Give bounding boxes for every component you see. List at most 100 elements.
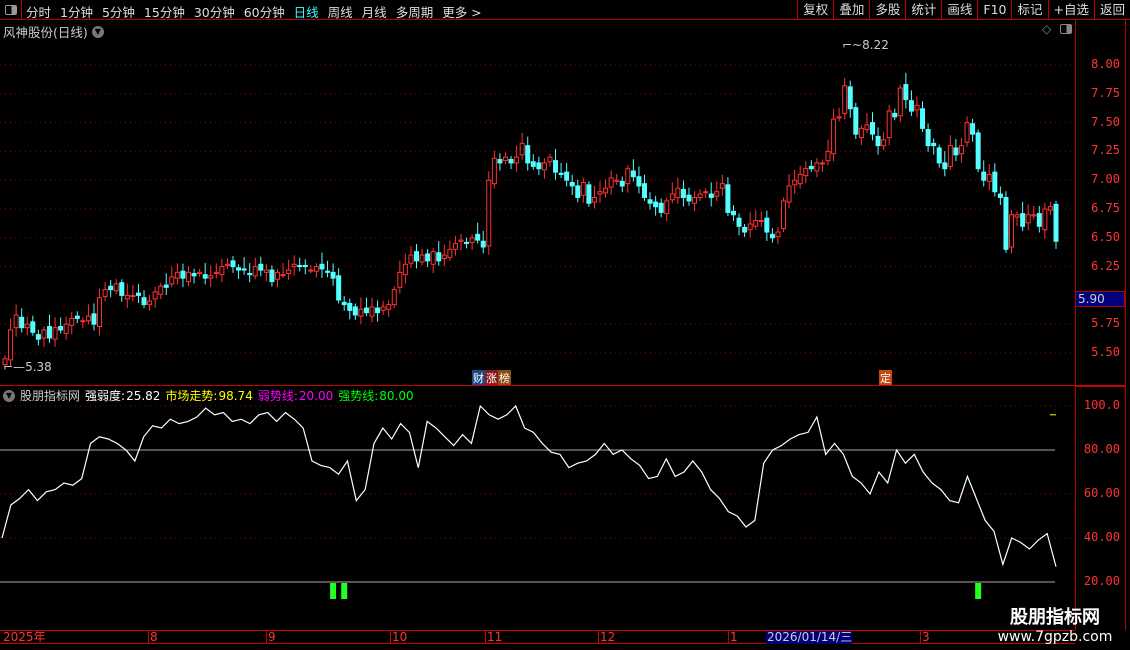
candle-up — [358, 308, 364, 317]
tag-zhang[interactable]: 涨 — [485, 370, 498, 386]
candle-up — [224, 263, 230, 266]
candle-down — [191, 273, 197, 277]
candle-down — [475, 233, 481, 241]
candle-down — [908, 100, 914, 112]
candle-up — [786, 185, 792, 203]
candle-up — [603, 187, 609, 194]
candle-down — [997, 193, 1003, 198]
price-tick: 7.75 — [1091, 85, 1120, 100]
candle-up — [1042, 208, 1048, 231]
candle-up — [486, 179, 492, 247]
candle-down — [641, 183, 647, 198]
candle-up — [174, 271, 180, 279]
candle-up — [41, 329, 47, 339]
candle-down — [341, 301, 347, 306]
candle-down — [658, 202, 664, 213]
candle-down — [497, 158, 503, 164]
tag-bang[interactable]: 榜 — [498, 370, 511, 386]
candle-up — [836, 116, 842, 119]
candle-up — [430, 251, 436, 265]
candle-down — [19, 316, 25, 329]
candle-down — [647, 199, 653, 204]
candle-down — [619, 180, 625, 187]
price-tick: 7.25 — [1091, 143, 1120, 158]
candle-down — [564, 171, 570, 181]
candle-up — [274, 271, 280, 280]
candle-down — [730, 210, 736, 216]
signal-bar — [330, 583, 337, 599]
signal-bar — [975, 583, 982, 599]
candle-down — [808, 165, 814, 170]
price-tick: 5.75 — [1091, 316, 1120, 331]
candle-down — [920, 108, 926, 129]
candle-up — [614, 179, 620, 182]
price-tick: 6.25 — [1091, 258, 1120, 273]
candle-up — [397, 271, 403, 288]
candle-down — [936, 147, 942, 164]
candle-up — [13, 314, 19, 329]
candle-up — [197, 271, 203, 275]
candle-down — [708, 193, 714, 198]
indicator-tick: 60.00 — [1083, 486, 1120, 500]
tag-cai[interactable]: 财 — [472, 370, 485, 386]
candle-down — [1003, 196, 1009, 250]
candle-up — [858, 127, 864, 139]
price-tick: 7.00 — [1091, 172, 1120, 187]
tag-ding[interactable]: 定 — [879, 370, 892, 386]
candle-down — [725, 184, 731, 213]
candle-up — [63, 323, 69, 334]
candle-up — [124, 294, 130, 300]
candle-up — [291, 263, 297, 268]
candle-down — [558, 172, 564, 175]
candle-down — [869, 122, 875, 135]
candle-down — [230, 260, 236, 268]
chevron-down-icon[interactable]: ▼ — [3, 389, 15, 402]
candle-up — [219, 266, 225, 276]
price-tick: 6.50 — [1091, 229, 1120, 244]
candle-down — [680, 188, 686, 198]
candle-up — [408, 254, 414, 264]
candle-up — [85, 315, 91, 322]
candle-up — [625, 168, 631, 185]
candle-down — [575, 185, 581, 198]
candle-up — [263, 269, 269, 273]
candle-down — [135, 292, 141, 296]
candle-down — [302, 264, 308, 268]
candle-up — [24, 323, 30, 329]
watermark-url: www.7gpzb.com — [997, 629, 1113, 645]
candle-up — [947, 145, 953, 167]
candle-up — [186, 271, 192, 283]
candle-down — [736, 217, 742, 227]
candle-up — [69, 317, 75, 326]
candle-down — [74, 315, 80, 319]
candle-down — [970, 123, 976, 135]
weak-value: 20.00 — [298, 388, 334, 403]
candle-up — [252, 266, 258, 277]
candle-up — [147, 300, 153, 306]
candle-down — [553, 160, 559, 173]
toolbar-button[interactable]: 返回 — [1093, 0, 1130, 20]
strength-line — [1, 404, 1057, 567]
candle-up — [719, 183, 725, 189]
candle-down — [569, 182, 575, 187]
candle-up — [152, 291, 158, 300]
panel-divider — [0, 385, 1075, 386]
candle-down — [347, 302, 353, 311]
candle-up — [102, 289, 108, 298]
candle-down — [330, 271, 336, 279]
candle-down — [847, 86, 853, 110]
date-label: 2025年 — [3, 630, 46, 644]
min-price-label: ⌐—5.38 — [3, 360, 52, 374]
indicator-header: ▼ 股朋指标网 强弱度: 25.82 市场走势: 98.74 弱势线: 20.00 强… — [3, 387, 414, 404]
indicator-tick: 80.00 — [1083, 442, 1120, 456]
indicator-name[interactable]: 股朋指标网 — [20, 387, 80, 404]
candle-up — [80, 320, 86, 323]
candle-down — [91, 313, 97, 325]
price-tick: 8.00 — [1091, 57, 1120, 71]
candle-up — [714, 191, 720, 197]
candle-up — [597, 191, 603, 195]
market-label: 市场走势: — [165, 389, 218, 403]
candle-down — [180, 270, 186, 279]
price-tick: 7.50 — [1091, 114, 1120, 129]
candle-down — [1036, 213, 1042, 227]
